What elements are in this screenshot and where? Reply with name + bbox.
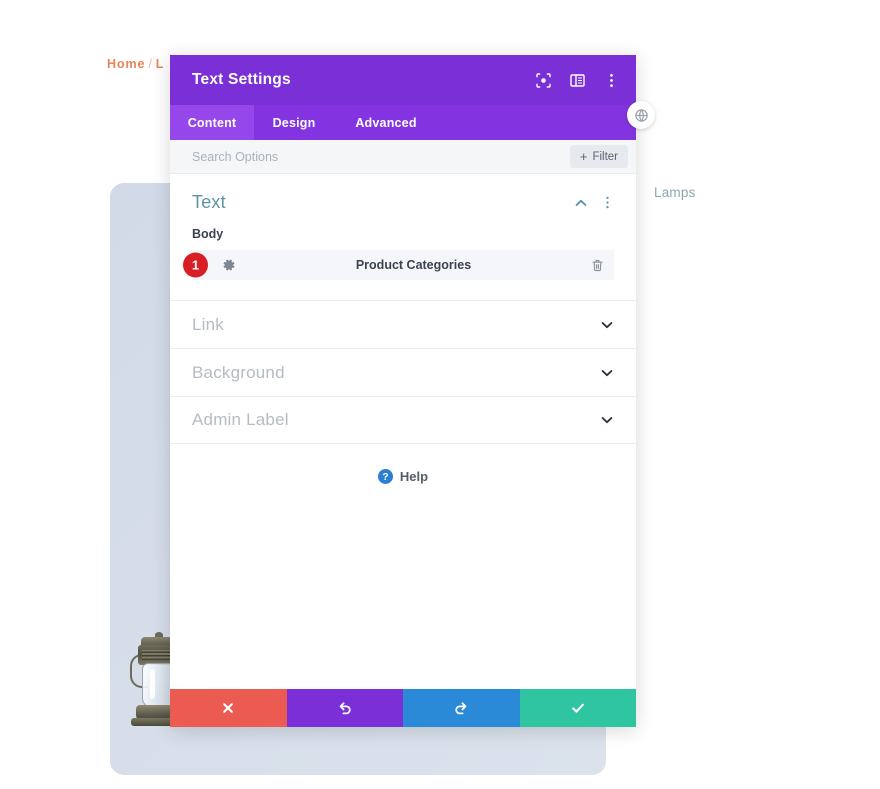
modal-footer <box>170 689 636 727</box>
screen-root: Home / L Lamps Text Settings Content Des… <box>0 0 880 789</box>
text-section-controls <box>574 196 614 210</box>
close-icon <box>221 701 235 715</box>
tab-advanced[interactable]: Advanced <box>334 105 438 140</box>
tab-design[interactable]: Design <box>254 105 334 140</box>
help-circle-icon: ? <box>377 469 393 484</box>
help-label: Help <box>399 469 429 484</box>
modal-header-actions <box>534 71 620 89</box>
globe-close-button[interactable] <box>627 101 655 129</box>
help-link[interactable]: ? Help <box>170 469 636 484</box>
accordion-label-link: Link <box>192 314 224 334</box>
redo-button[interactable] <box>403 689 520 727</box>
accordion-label-background: Background <box>192 362 285 382</box>
category-link-lamps[interactable]: Lamps <box>654 185 696 200</box>
options-accordion: Link Background Admin Label <box>170 300 636 444</box>
text-section-header: Text <box>192 192 614 227</box>
save-button[interactable] <box>519 689 636 727</box>
section-more-vertical-icon[interactable] <box>601 196 614 209</box>
body-field-label: Body <box>192 227 224 241</box>
chevron-down-icon <box>600 318 614 332</box>
breadcrumb-separator: / <box>148 57 153 71</box>
section-title-text: Text <box>192 192 226 212</box>
body-value-text: Product Categories <box>355 258 472 272</box>
chevron-down-icon <box>600 413 614 427</box>
filter-button[interactable]: + Filter <box>569 145 628 168</box>
modal-tabs: Content Design Advanced <box>170 105 636 140</box>
plus-icon: + <box>579 149 588 164</box>
filter-button-label: Filter <box>592 150 618 163</box>
breadcrumb-home[interactable]: Home <box>107 57 145 71</box>
modal-header: Text Settings <box>170 55 636 105</box>
text-settings-modal: Text Settings Content Design Advanced Se… <box>170 55 636 727</box>
accordion-item-admin-label[interactable]: Admin Label <box>170 396 636 444</box>
modal-body: Text Body 1 Product Categories Link Back… <box>170 174 636 689</box>
cancel-button[interactable] <box>170 689 287 727</box>
modal-title: Text Settings <box>192 71 291 88</box>
search-input[interactable] <box>192 149 570 164</box>
chevron-up-icon[interactable] <box>574 196 588 210</box>
panel-layout-icon[interactable] <box>568 71 586 89</box>
accordion-item-background[interactable]: Background <box>170 348 636 396</box>
undo-icon <box>337 700 353 716</box>
status-badge: 1 <box>183 252 208 278</box>
undo-button[interactable] <box>286 689 403 727</box>
breadcrumb-current: L <box>155 57 165 71</box>
check-icon <box>570 700 586 716</box>
text-settings-section: Text Body 1 Product Categories <box>170 174 636 280</box>
accordion-label-admin-label: Admin Label <box>192 410 289 429</box>
chevron-down-icon <box>600 366 614 380</box>
trash-icon[interactable] <box>591 259 604 272</box>
body-value-row[interactable]: 1 Product Categories <box>183 250 614 280</box>
breadcrumb: Home / L <box>107 57 164 71</box>
focus-target-icon[interactable] <box>534 71 552 89</box>
tab-content[interactable]: Content <box>170 105 254 140</box>
accordion-item-link[interactable]: Link <box>170 300 636 348</box>
search-options-row: + Filter <box>170 140 636 174</box>
gear-icon[interactable] <box>222 258 236 272</box>
redo-icon <box>453 700 469 716</box>
more-vertical-icon[interactable] <box>602 71 620 89</box>
